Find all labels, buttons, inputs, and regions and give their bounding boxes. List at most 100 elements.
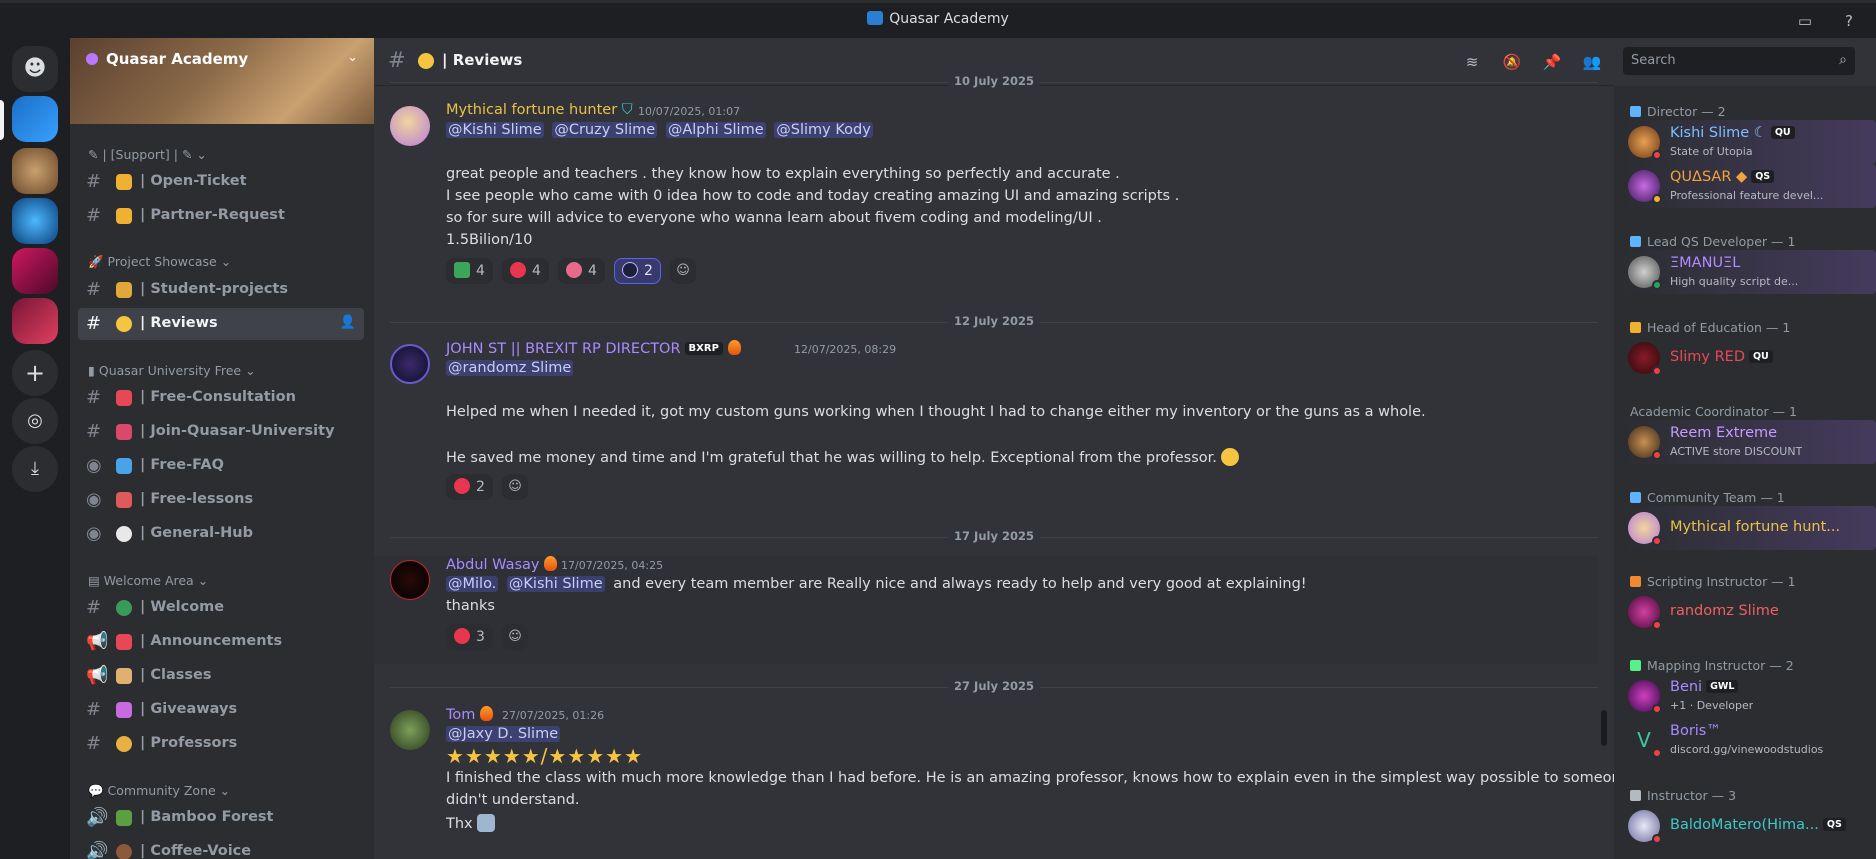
author-name[interactable]: Tom [446, 706, 494, 723]
category-quasar-university-free[interactable]: ▮ Quasar University Free ⌄ [88, 363, 256, 378]
mention[interactable]: @Slimy Kody [774, 122, 873, 138]
server-name-container: Quasar Academy [86, 50, 248, 68]
text-channel-icon: # [86, 205, 102, 226]
channel-announcements[interactable]: 📢 | Announcements [78, 626, 364, 658]
channel-student-projects[interactable]: # | Student-projects [78, 274, 364, 306]
channel-free-consultation[interactable]: # | Free-Consultation [78, 382, 364, 414]
notification-bell-muted-icon[interactable]: 🔕 [1502, 52, 1522, 72]
channel-label: | Free-FAQ [140, 457, 224, 473]
reaction-custom[interactable]: 4 [558, 258, 605, 284]
category-label: Welcome Area [103, 573, 194, 588]
shield-icon [1630, 492, 1641, 503]
category-welcome-area[interactable]: ▤ Welcome Area ⌄ [88, 573, 208, 588]
member-emanuel[interactable]: ΞMANUΞL High quality script de... [1622, 250, 1876, 294]
channel-bamboo-forest[interactable]: 🔊 | Bamboo Forest [78, 802, 364, 834]
add-reaction-icon[interactable]: ☺ [502, 474, 529, 500]
channel-partner-request[interactable]: # | Partner-Request [78, 200, 364, 232]
channel-label: | Announcements [140, 633, 283, 649]
mention[interactable]: @Alphi Slime [665, 122, 766, 138]
discord-home-icon[interactable]: ☻ [12, 46, 58, 92]
channel-coffee-voice[interactable]: 🔊 | Coffee-Voice [78, 836, 364, 859]
server-icon-4[interactable] [12, 248, 58, 294]
channel-free-lessons[interactable]: ◉ | Free-lessons [78, 484, 364, 516]
add-server-icon[interactable]: + [12, 350, 58, 396]
threads-icon[interactable]: ≋ [1462, 52, 1482, 72]
chat-area: # | Reviews ≋ 🔕 📌 👥 10 July 2025 Mythica… [374, 38, 1664, 859]
chevron-down-icon[interactable]: ⌄ [347, 50, 358, 65]
invite-icon[interactable]: 👤 [340, 315, 356, 330]
member-beni[interactable]: Beni GWL +1 · Developer [1622, 674, 1876, 718]
reaction-purple-heart[interactable]: 2 [614, 258, 661, 284]
add-reaction-icon[interactable]: ☺ [502, 624, 529, 650]
mention[interactable]: @Kishi Slime [506, 576, 605, 592]
reaction-check[interactable]: 4 [446, 258, 493, 284]
channel-professors[interactable]: # | Professors [78, 728, 364, 760]
server-icon-2[interactable] [12, 148, 58, 194]
channel-general-hub[interactable]: ◉ | General-Hub [78, 518, 364, 550]
pin-icon[interactable]: 📌 [1542, 52, 1562, 72]
author-name[interactable]: JOHN ST || BREXIT RP DIRECTOR BXRP [446, 340, 741, 357]
channel-label: | Welcome [140, 599, 225, 615]
help-icon[interactable]: ? [1840, 12, 1858, 30]
guild-tag: QS [1751, 170, 1775, 183]
avatar[interactable] [390, 344, 430, 384]
channel-giveaways[interactable]: # | Giveaways [78, 694, 364, 726]
mention[interactable]: @Milo. [446, 576, 499, 592]
mention[interactable]: @Cruzy Slime [552, 122, 658, 138]
author-name[interactable]: Abdul Wasay [446, 556, 558, 573]
reaction-heart[interactable]: 2 [446, 474, 493, 500]
reaction-heart[interactable]: 4 [502, 258, 549, 284]
message-mythical-fortune-hunter[interactable]: Mythical fortune hunter ⛉ 10/07/2025, 01… [374, 102, 1598, 342]
purple-heart-emoji-icon [622, 262, 639, 278]
member-quasar[interactable]: QUΔSAR ◆ QS Professional feature devel... [1622, 164, 1876, 208]
discover-icon[interactable]: ◎ [12, 398, 58, 444]
author-name[interactable]: Mythical fortune hunter ⛉ [446, 102, 633, 118]
channel-classes[interactable]: 📢 | Classes [78, 660, 364, 692]
message-line: Helped me when I needed it, got my custo… [446, 404, 1426, 420]
mention[interactable]: @Kishi Slime [446, 122, 544, 138]
channel-reviews[interactable]: # | Reviews 👤 [78, 308, 364, 340]
member-slimy-red[interactable]: Slimy RED QU [1622, 336, 1876, 380]
search-input[interactable]: Search ⌕ [1623, 47, 1855, 75]
member-mythical-fortune-hunter[interactable]: Mythical fortune hunt... [1622, 506, 1876, 550]
category-support[interactable]: ✎ | [Support] | ✎ ⌄ [88, 147, 207, 162]
message-tom[interactable]: Tom 27/07/2025, 01:26 @Jaxy D. Slime ★★★… [374, 706, 1664, 859]
megaphone-emoji-icon [116, 634, 132, 650]
member-boris[interactable]: V Boris™ discord.gg/vinewoodstudios [1622, 718, 1876, 762]
member-list-icon[interactable]: 👥 [1582, 52, 1602, 72]
member-status-text: +1 · Developer [1670, 699, 1754, 712]
mention[interactable]: @Jaxy D. Slime [446, 726, 561, 742]
category-project-showcase[interactable]: 🚀 Project Showcase ⌄ [88, 254, 231, 270]
role-icon [1630, 236, 1641, 247]
status-online-icon [1652, 280, 1662, 290]
channel-header-title: | Reviews [442, 51, 523, 69]
channel-open-ticket[interactable]: # | Open-Ticket [78, 166, 364, 198]
avatar[interactable] [390, 106, 430, 146]
download-icon[interactable]: ⤓ [12, 446, 58, 492]
mention[interactable]: @randomz Slime [446, 360, 574, 376]
member-baldomatero[interactable]: BaldoMatero(Hima... QS [1622, 804, 1876, 848]
reaction-heart[interactable]: 3 [446, 624, 493, 650]
channel-join-quasar-university[interactable]: # | Join-Quasar-University [78, 416, 364, 448]
inbox-icon[interactable]: ▭ [1796, 12, 1814, 30]
channel-welcome[interactable]: # | Welcome [78, 592, 364, 624]
category-community-zone[interactable]: 💬 Community Zone ⌄ [88, 783, 230, 799]
channel-free-faq[interactable]: ◉ | Free-FAQ [78, 450, 364, 482]
member-randomz-slime[interactable]: randomz Slime [1622, 590, 1876, 634]
server-icon-quasar-academy[interactable] [12, 96, 58, 142]
server-banner[interactable]: Quasar Academy ⌄ [70, 38, 374, 124]
server-icon-5[interactable] [12, 298, 58, 344]
server-icon-3[interactable] [12, 198, 58, 244]
scrollbar-thumb[interactable] [1601, 710, 1607, 746]
relieved-emoji-icon [1221, 448, 1240, 466]
reactions: 2 ☺ [446, 474, 529, 502]
member-reem-extreme[interactable]: Reem Extreme ACTIVE store DISCOUNT [1622, 420, 1876, 464]
message-abdul-wasay[interactable]: Abdul Wasay 17/07/2025, 04:25 @Milo. @Ki… [374, 556, 1598, 664]
speech-bubble-emoji-icon [116, 526, 132, 542]
forum-channel-icon: ◉ [86, 455, 102, 476]
message-john-st[interactable]: JOHN ST || BREXIT RP DIRECTOR BXRP 12/07/… [374, 340, 1598, 550]
member-kishi-slime[interactable]: Kishi Slime ☾ QU State of Utopia [1622, 120, 1876, 164]
add-reaction-icon[interactable]: ☺ [670, 258, 697, 284]
avatar[interactable] [390, 560, 430, 600]
avatar[interactable] [390, 710, 430, 750]
